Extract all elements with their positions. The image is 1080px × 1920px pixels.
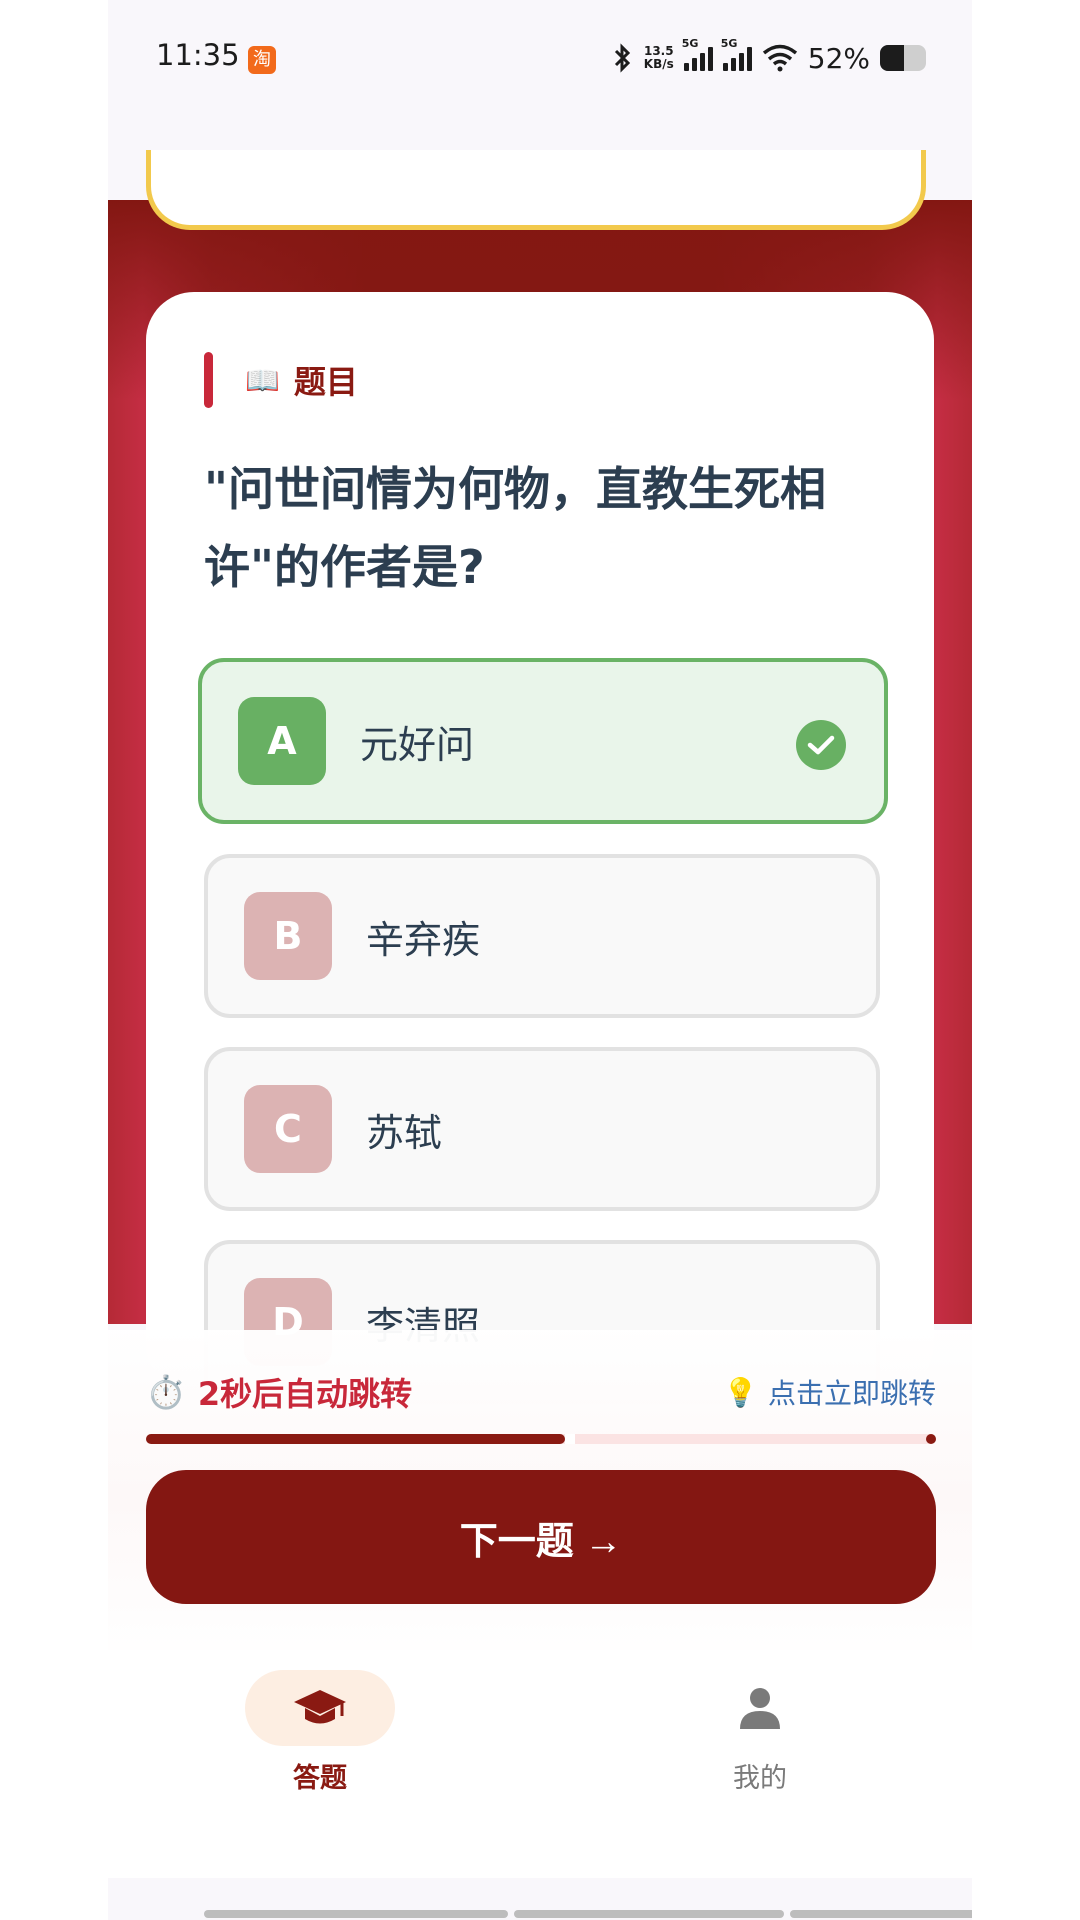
nav-pill	[685, 1670, 835, 1746]
stopwatch-icon: ⏱️	[146, 1373, 186, 1411]
signal-sim2-icon: 5G	[721, 37, 752, 71]
question-label-text: 题目	[293, 363, 358, 401]
wifi-icon	[762, 44, 797, 72]
battery-percent: 52%	[807, 41, 870, 75]
option-text: 苏轼	[366, 1110, 443, 1155]
option-letter-badge: B	[244, 892, 332, 980]
previous-card-edge	[146, 150, 926, 230]
gesture-bar[interactable]	[790, 1910, 972, 1918]
gesture-bar[interactable]	[204, 1910, 508, 1918]
option-letter-badge: A	[238, 697, 326, 785]
status-indicators: 13.5 KB/s 5G 5G 52%	[612, 37, 926, 78]
option-letter-badge: C	[244, 1085, 332, 1173]
skip-now-text: 点击立即跳转	[767, 1377, 936, 1410]
option-a[interactable]: A 元好问	[198, 658, 888, 824]
nav-label: 我的	[733, 1763, 787, 1794]
option-b[interactable]: B 辛弃疾	[204, 854, 880, 1018]
book-icon: 📖	[245, 363, 280, 397]
nav-label: 答题	[293, 1763, 347, 1794]
auto-advance-row: ⏱️ 2秒后自动跳转 💡 点击立即跳转	[146, 1368, 936, 1416]
skip-now-link[interactable]: 💡 点击立即跳转	[723, 1372, 936, 1412]
nav-pill	[245, 1670, 395, 1746]
gesture-bar[interactable]	[514, 1910, 784, 1918]
taobao-notification-icon: 淘	[248, 46, 276, 74]
user-icon	[740, 1688, 780, 1729]
battery-icon	[880, 45, 926, 71]
bluetooth-icon	[614, 43, 630, 73]
lightbulb-icon: 💡	[723, 1375, 758, 1409]
sim2-network-type: 5G	[720, 37, 738, 50]
status-time: 11:35	[156, 38, 240, 72]
check-circle-icon	[796, 720, 846, 770]
option-c[interactable]: C 苏轼	[204, 1047, 880, 1211]
app-screen: 11:35 淘 13.5 KB/s 5G 5G 52% 📖 题目 "问世间情为何…	[108, 0, 972, 1920]
progress-end-dot	[926, 1434, 936, 1444]
progress-fill	[146, 1434, 565, 1444]
nav-item-quiz[interactable]: 答题	[240, 1670, 400, 1795]
question-label: 📖 题目	[204, 352, 358, 408]
nav-item-profile[interactable]: 我的	[680, 1670, 840, 1795]
next-question-button[interactable]: 下一题 →	[146, 1470, 936, 1604]
question-text: "问世间情为何物，直教生死相许"的作者是?	[204, 462, 826, 594]
label-accent-bar	[204, 352, 213, 408]
signal-sim1-icon: 5G	[682, 37, 713, 71]
countdown-text: 2秒后自动跳转	[197, 1375, 413, 1413]
countdown-progress-bar	[146, 1434, 936, 1444]
option-text: 元好问	[360, 722, 475, 767]
sim1-network-type: 5G	[681, 37, 699, 50]
bottom-nav: 答题 我的	[108, 1650, 972, 1870]
question-card: 📖 题目 "问世间情为何物，直教生死相许"的作者是? A 元好问 B 辛弃疾 C…	[146, 292, 934, 1404]
network-speed: 13.5 KB/s	[644, 45, 674, 71]
option-text: 辛弃疾	[366, 917, 481, 962]
countdown: ⏱️ 2秒后自动跳转	[146, 1369, 412, 1415]
network-speed-unit: KB/s	[643, 57, 674, 71]
graduation-cap-icon	[294, 1690, 346, 1724]
